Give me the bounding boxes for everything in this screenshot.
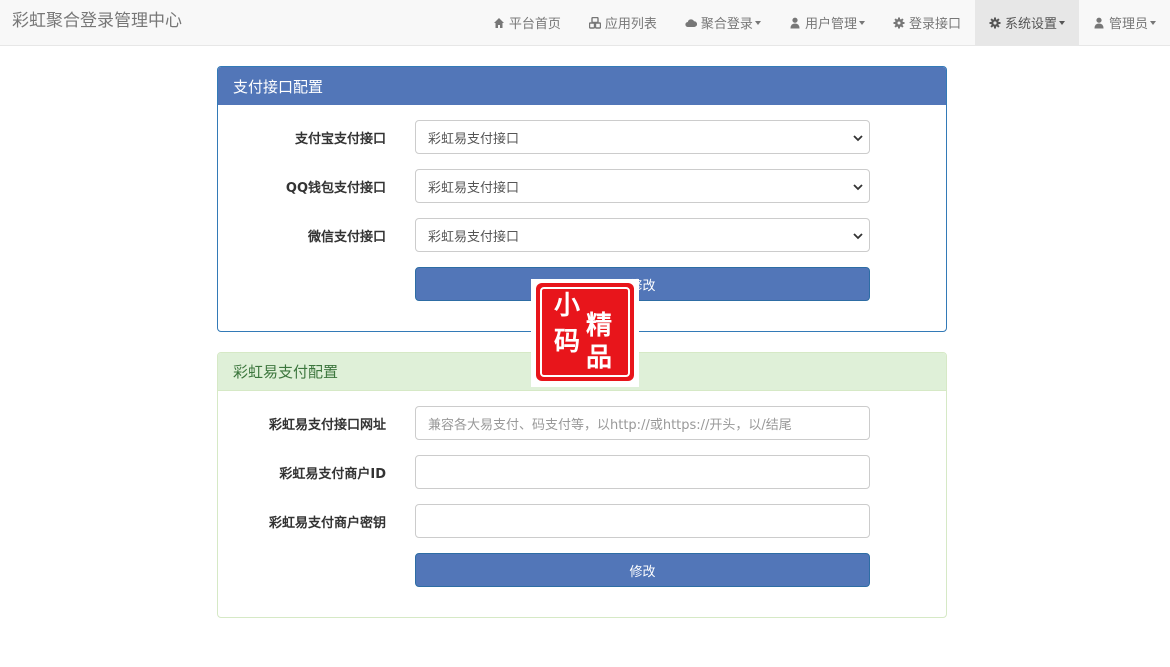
main-nav: 平台首页 应用列表 聚合登录 用户管理 登录接口 系统设置 管理员 [479, 0, 1170, 45]
wxpay-label: 微信支付接口 [307, 229, 386, 245]
epay-url-input[interactable]: 兼容各大易支付、码支付等，以http://或https://开头，以/结尾 [415, 406, 870, 440]
brand-title[interactable]: 彩虹聚合登录管理中心 [12, 10, 182, 32]
nav-apps[interactable]: 应用列表 [575, 0, 671, 45]
wxpay-row: 微信支付接口 彩虹易支付接口 [218, 218, 946, 252]
chevron-down-icon [853, 135, 863, 142]
stamp-char: 精 [586, 311, 613, 341]
qqpay-select[interactable]: 彩虹易支付接口 [415, 169, 870, 203]
cubes-icon [588, 16, 601, 29]
nav-admin-label: 管理员 [1108, 17, 1148, 32]
epay-url-row: 彩虹易支付接口网址 兼容各大易支付、码支付等，以http://或https://… [218, 406, 946, 440]
nav-settings[interactable]: 系统设置 [974, 0, 1079, 45]
nav-settings-label: 系统设置 [1004, 17, 1057, 32]
alipay-row: 支付宝支付接口 彩虹易支付接口 [218, 120, 946, 154]
user-icon [790, 17, 800, 28]
nav-login[interactable]: 聚合登录 [671, 0, 775, 45]
gear-icon [893, 17, 905, 28]
wxpay-select-value: 彩虹易支付接口 [428, 229, 520, 245]
epay-key-label: 彩虹易支付商户密钥 [268, 515, 386, 531]
chevron-down-icon [853, 233, 863, 240]
payment-panel-title: 支付接口配置 [218, 67, 946, 105]
chevron-down-icon [1150, 20, 1156, 25]
nav-home[interactable]: 平台首页 [479, 0, 575, 45]
watermark-stamp: 小 精 码 品 [531, 279, 639, 387]
nav-login-api-label: 登录接口 [908, 17, 961, 32]
chevron-down-icon [858, 20, 865, 25]
alipay-label: 支付宝支付接口 [294, 131, 386, 147]
epay-pid-label: 彩虹易支付商户ID [279, 466, 386, 482]
qqpay-row: QQ钱包支付接口 彩虹易支付接口 [218, 169, 946, 203]
epay-url-label: 彩虹易支付接口网址 [268, 417, 386, 433]
epay-url-placeholder: 兼容各大易支付、码支付等，以http://或https://开头，以/结尾 [428, 417, 792, 433]
nav-admin[interactable]: 管理员 [1079, 0, 1170, 45]
stamp-char: 小 [554, 291, 581, 321]
epay-pid-input[interactable] [415, 455, 870, 489]
nav-apps-label: 应用列表 [604, 17, 657, 32]
qqpay-select-value: 彩虹易支付接口 [428, 180, 520, 196]
stamp-char: 品 [586, 343, 613, 373]
top-navbar: 彩虹聚合登录管理中心 平台首页 应用列表 聚合登录 用户管理 登录接口 系统设置 [0, 0, 1170, 46]
nav-users[interactable]: 用户管理 [775, 0, 879, 45]
cloud-icon [685, 18, 697, 27]
alipay-select-value: 彩虹易支付接口 [428, 131, 520, 147]
stamp-seal: 小 精 码 品 [536, 283, 634, 381]
nav-users-label: 用户管理 [804, 17, 857, 32]
epay-key-row: 彩虹易支付商户密钥 [218, 504, 946, 538]
epay-config-panel: 彩虹易支付配置 彩虹易支付接口网址 兼容各大易支付、码支付等，以http://或… [217, 352, 947, 618]
qqpay-label: QQ钱包支付接口 [285, 180, 386, 196]
nav-login-api[interactable]: 登录接口 [879, 0, 975, 45]
stamp-char: 码 [554, 327, 581, 357]
user-icon [1094, 17, 1104, 28]
payment-submit-button[interactable]: 修改 [415, 267, 870, 301]
home-icon [493, 17, 504, 28]
cog-icon [989, 17, 1001, 28]
chevron-down-icon [1058, 20, 1065, 25]
nav-login-label: 聚合登录 [700, 17, 753, 32]
epay-pid-row: 彩虹易支付商户ID [218, 455, 946, 489]
epay-key-input[interactable] [415, 504, 870, 538]
alipay-select[interactable]: 彩虹易支付接口 [415, 120, 870, 154]
epay-submit-button[interactable]: 修改 [415, 553, 870, 587]
chevron-down-icon [754, 20, 761, 25]
chevron-down-icon [853, 184, 863, 191]
wxpay-select[interactable]: 彩虹易支付接口 [415, 218, 870, 252]
nav-home-label: 平台首页 [508, 17, 561, 32]
